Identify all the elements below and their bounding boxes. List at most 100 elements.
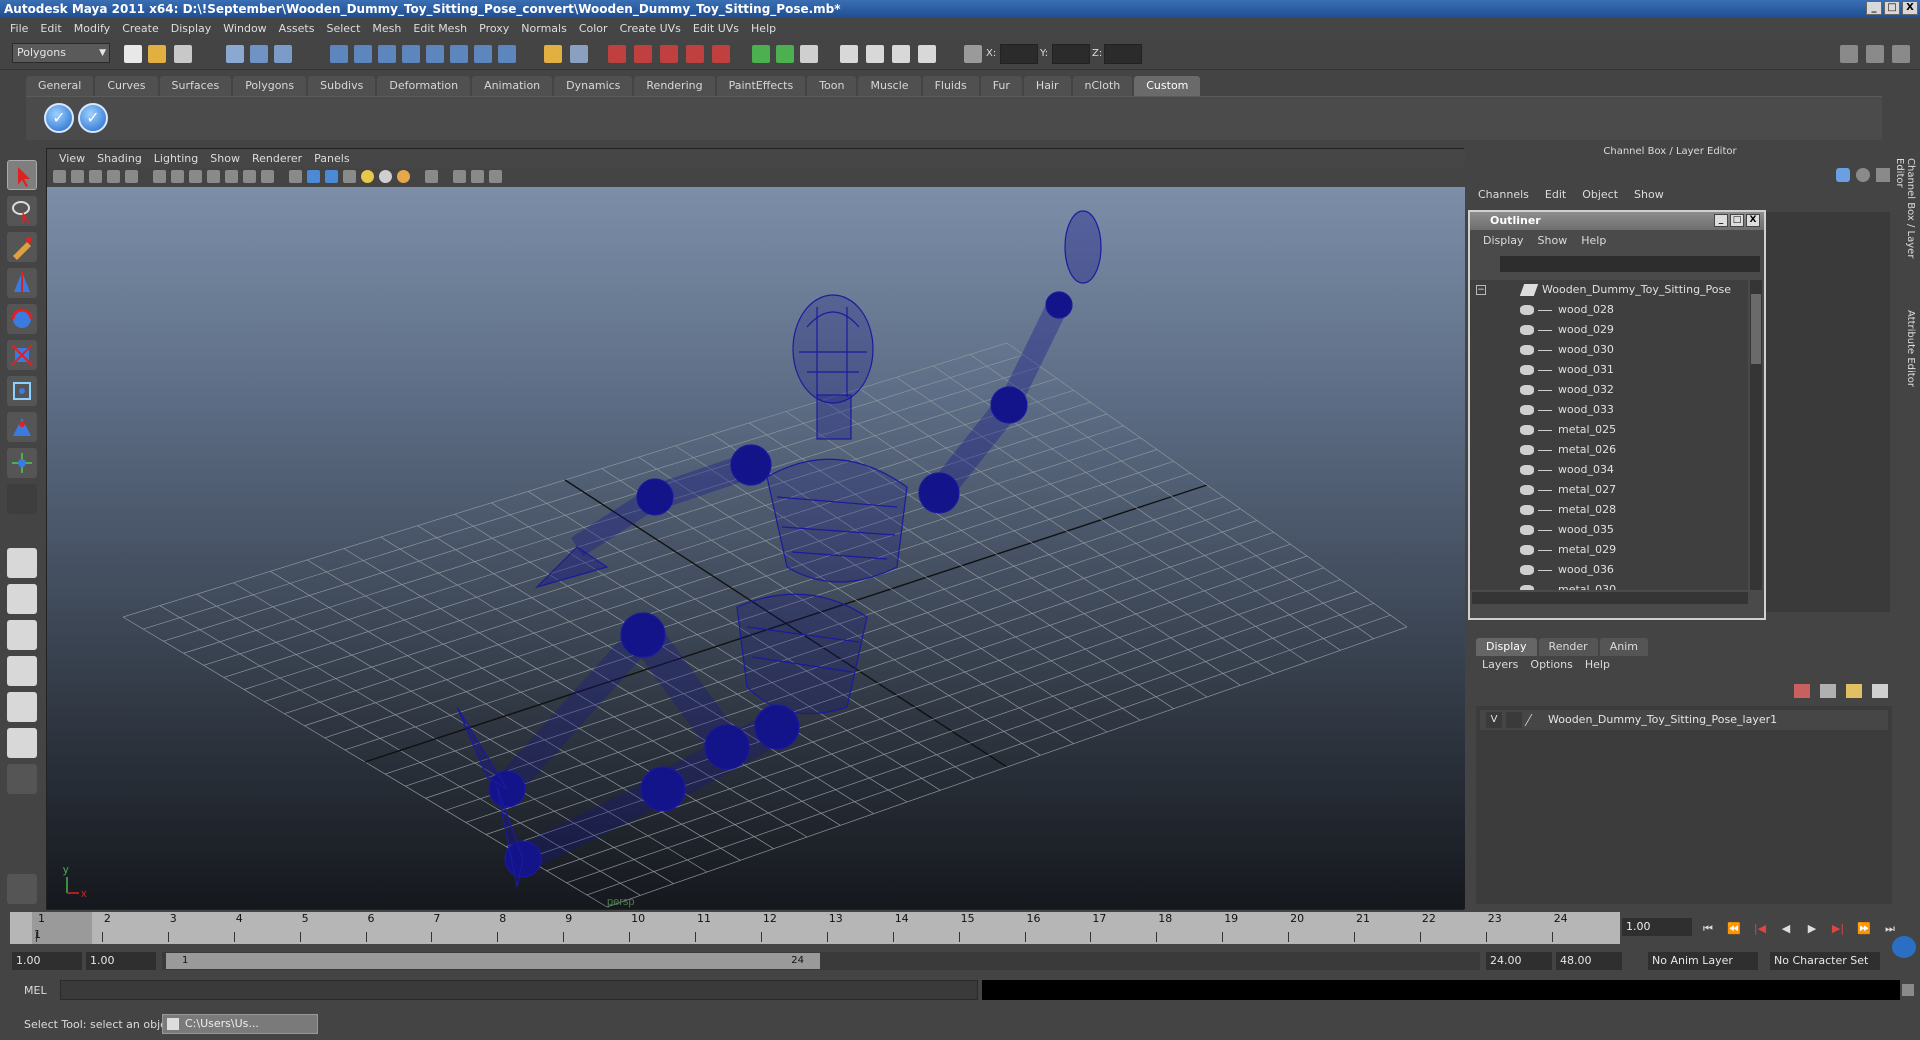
attribute-editor-toggle-icon[interactable] — [1840, 45, 1858, 63]
image-plane-icon[interactable] — [107, 170, 120, 183]
outliner-item[interactable]: wood_029 — [1470, 320, 1748, 340]
playback-start-field[interactable]: 1.00 — [86, 952, 156, 970]
menu-help[interactable]: Help — [745, 22, 782, 35]
select-deformations-icon[interactable] — [426, 45, 444, 63]
current-frame-field[interactable]: 1.00 — [1622, 918, 1692, 936]
layer-visibility-toggle[interactable]: V — [1486, 712, 1502, 728]
outliner-item[interactable]: wood_034 — [1470, 460, 1748, 480]
outliner-menu-help[interactable]: Help — [1574, 234, 1613, 247]
go-to-start-icon[interactable]: ⏮ — [1700, 922, 1716, 936]
channel-box-menu-object[interactable]: Object — [1574, 188, 1626, 206]
xray-components-icon[interactable] — [489, 170, 502, 183]
y-field[interactable] — [1052, 44, 1090, 64]
snap-grid-icon[interactable] — [608, 45, 626, 63]
two-d-pan-zoom-icon[interactable] — [125, 170, 138, 183]
bookmarks-icon[interactable] — [89, 170, 102, 183]
select-surfaces-icon[interactable] — [402, 45, 420, 63]
shelf-tab-subdivs[interactable]: Subdivs — [308, 76, 376, 96]
channel-box-toggle-icon[interactable] — [1892, 45, 1910, 63]
tool-settings-toggle-icon[interactable] — [1866, 45, 1884, 63]
shelf-tab-dynamics[interactable]: Dynamics — [554, 76, 633, 96]
shelf-tab-polygons[interactable]: Polygons — [233, 76, 307, 96]
menu-modify[interactable]: Modify — [68, 22, 116, 35]
select-by-object-icon[interactable] — [250, 45, 268, 63]
select-joints-icon[interactable] — [354, 45, 372, 63]
menu-mesh[interactable]: Mesh — [366, 22, 407, 35]
pick-icon[interactable] — [1876, 168, 1890, 182]
menu-edit[interactable]: Edit — [34, 22, 67, 35]
soft-modification-icon[interactable] — [7, 412, 37, 442]
snap-view-plane-icon[interactable] — [686, 45, 704, 63]
layer-menu-options[interactable]: Options — [1524, 658, 1578, 676]
go-to-end-icon[interactable]: ⏭ — [1882, 922, 1898, 936]
persp-graph-outliner-layout-icon[interactable] — [7, 728, 37, 758]
layer-tab-render[interactable]: Render — [1538, 638, 1598, 656]
safe-action-icon[interactable] — [243, 170, 256, 183]
step-forward-frame-icon[interactable]: ⏩ — [1856, 922, 1872, 936]
rotate-tool-icon[interactable] — [7, 304, 37, 334]
outliner-item[interactable]: metal_025 — [1470, 420, 1748, 440]
menu-edit-mesh[interactable]: Edit Mesh — [407, 22, 473, 35]
field-chart-icon[interactable] — [225, 170, 238, 183]
layer-color-icon[interactable] — [1524, 714, 1544, 726]
shelf-tab-deformation[interactable]: Deformation — [377, 76, 471, 96]
character-set-dropdown[interactable]: No Character Set — [1770, 952, 1880, 970]
step-back-key-icon[interactable]: |◀ — [1752, 922, 1768, 936]
scroll-thumb[interactable] — [1751, 294, 1761, 364]
resolution-gate-icon[interactable] — [189, 170, 202, 183]
outliner-item[interactable]: wood_030 — [1470, 340, 1748, 360]
input-ops-icon[interactable] — [752, 45, 770, 63]
lasso-tool-icon[interactable] — [7, 196, 37, 226]
check-icon[interactable]: ✓ — [78, 103, 108, 133]
viewport-menu-panels[interactable]: Panels — [308, 152, 355, 165]
layer-editor-icon[interactable] — [1856, 168, 1870, 182]
new-scene-icon[interactable] — [124, 45, 142, 63]
viewport-canvas[interactable]: persp y x — [47, 187, 1465, 909]
outliner-root-row[interactable]: − Wooden_Dummy_Toy_Sitting_Pose — [1470, 280, 1748, 300]
paint-select-tool-icon[interactable] — [7, 232, 37, 262]
menu-color[interactable]: Color — [573, 22, 614, 35]
channel-box-menu-channels[interactable]: Channels — [1470, 188, 1537, 206]
shelf-tab-custom[interactable]: Custom — [1134, 76, 1201, 96]
menu-edit-uvs[interactable]: Edit UVs — [687, 22, 745, 35]
step-back-frame-icon[interactable]: ⏪ — [1726, 922, 1742, 936]
universal-manipulator-icon[interactable] — [7, 376, 37, 406]
highlight-selection-icon[interactable] — [570, 45, 588, 63]
menu-display[interactable]: Display — [165, 22, 218, 35]
outliner-item[interactable]: metal_026 — [1470, 440, 1748, 460]
channel-box-icon[interactable] — [1836, 168, 1850, 182]
viewport-menu-shading[interactable]: Shading — [91, 152, 148, 165]
shadows-icon[interactable] — [379, 170, 392, 183]
gate-mask-icon[interactable] — [207, 170, 220, 183]
minimize-button[interactable]: _ — [1866, 1, 1882, 15]
collapse-icon[interactable]: − — [1476, 285, 1486, 295]
anim-layer-dropdown[interactable]: No Anim Layer — [1648, 952, 1758, 970]
open-scene-icon[interactable] — [148, 45, 166, 63]
animation-end-field[interactable]: 48.00 — [1556, 952, 1622, 970]
last-tool-slot[interactable] — [7, 484, 37, 514]
render-view-icon[interactable] — [840, 45, 858, 63]
outliner-vertical-scrollbar[interactable] — [1750, 280, 1762, 590]
outliner-item[interactable]: wood_035 — [1470, 520, 1748, 540]
side-tab-channel-box[interactable]: Channel Box / Layer Editor — [1894, 158, 1916, 288]
outliner-item[interactable]: wood_032 — [1470, 380, 1748, 400]
new-layer-icon[interactable] — [1846, 684, 1862, 698]
shelf-tab-animation[interactable]: Animation — [472, 76, 553, 96]
wireframe-icon[interactable] — [289, 170, 302, 183]
lock-icon[interactable] — [544, 45, 562, 63]
side-tab-attribute-editor[interactable]: Attribute Editor — [1900, 310, 1916, 400]
animation-start-field[interactable]: 1.00 — [12, 952, 82, 970]
shelf-tab-ncloth[interactable]: nCloth — [1072, 76, 1133, 96]
shelf-tab-painteffects[interactable]: PaintEffects — [716, 76, 806, 96]
save-scene-icon[interactable] — [174, 45, 192, 63]
close-button[interactable]: X — [1902, 1, 1918, 15]
smooth-shade-icon[interactable] — [307, 170, 320, 183]
play-forwards-icon[interactable]: ▶ — [1804, 922, 1820, 936]
viewport-menu-renderer[interactable]: Renderer — [246, 152, 308, 165]
z-field[interactable] — [1104, 44, 1142, 64]
maximize-button[interactable]: □ — [1884, 1, 1900, 15]
script-window-task-button[interactable]: C:\Users\Us... — [162, 1014, 318, 1034]
layer-up-icon[interactable] — [1794, 684, 1810, 698]
outliner-maximize-button[interactable]: □ — [1730, 214, 1744, 227]
select-by-component-icon[interactable] — [274, 45, 292, 63]
